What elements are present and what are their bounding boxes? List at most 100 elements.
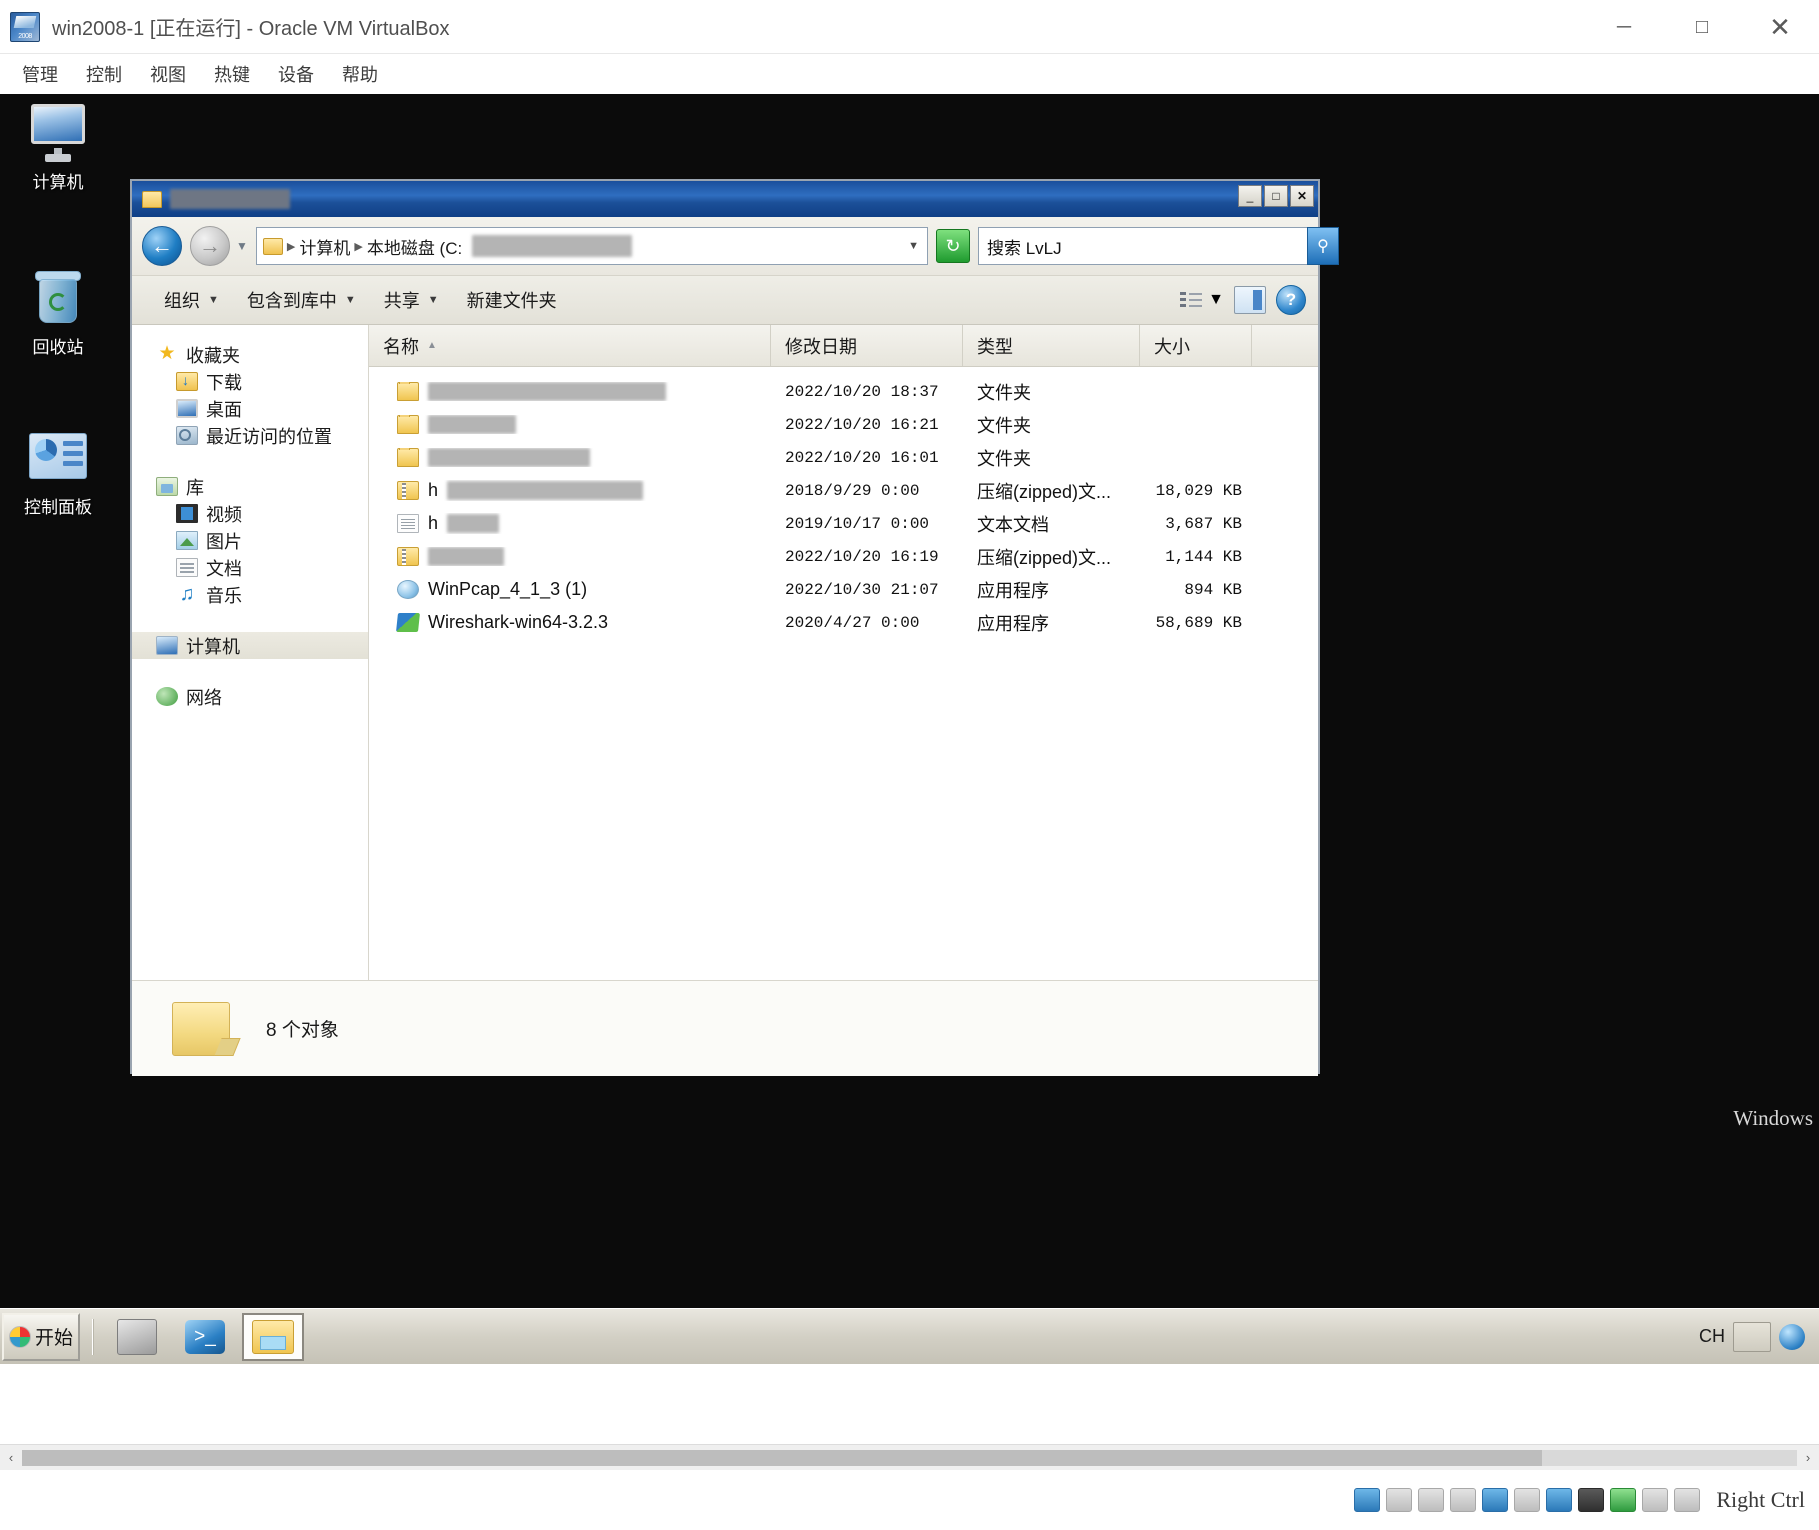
address-dropdown-icon[interactable]: ▼ <box>908 240 919 252</box>
search-input[interactable]: 搜索 LvLJ ⚲ <box>978 227 1339 265</box>
maximize-button[interactable]: □ <box>1663 0 1741 54</box>
sidebar-item-desktop[interactable]: 桌面 <box>132 395 368 422</box>
sidebar-item-recent-places[interactable]: 最近访问的位置 <box>132 422 368 449</box>
downloads-icon <box>176 372 198 391</box>
table-row[interactable]: Wireshark-win64-3.2.3 2020/4/27 0:00 应用程… <box>369 606 1318 639</box>
explorer-maximize-button[interactable]: □ <box>1264 185 1288 207</box>
ime-keyboard-icon[interactable] <box>1733 1321 1771 1352</box>
sidebar-item-libraries[interactable]: 库 <box>132 473 368 500</box>
menu-item-control[interactable]: 控制 <box>72 57 136 91</box>
scrollbar-track[interactable] <box>22 1449 1797 1466</box>
explorer-minimize-button[interactable]: _ <box>1238 185 1262 207</box>
breadcrumb-local-disk[interactable]: 本地磁盘 (C: <box>367 234 462 259</box>
menu-item-help[interactable]: 帮助 <box>328 57 392 91</box>
command-bar-right-group: ▼ ? <box>1180 285 1306 315</box>
address-bar[interactable]: ▶ 计算机 ▶ 本地磁盘 (C: ▼ <box>255 227 928 265</box>
recording-status-icon[interactable] <box>1610 1488 1637 1512</box>
desktop-icon-label: 计算机 <box>32 173 84 192</box>
network-status-icon[interactable] <box>1482 1488 1509 1512</box>
preview-pane-toggle-icon[interactable] <box>1234 286 1266 314</box>
host-key-label: Right Ctrl <box>1716 1487 1805 1512</box>
redacted-file-name <box>428 448 590 467</box>
new-folder-button[interactable]: 新建文件夹 <box>453 283 571 317</box>
sidebar-item-documents[interactable]: 文档 <box>132 554 368 581</box>
floppy-status-icon[interactable] <box>1418 1488 1445 1512</box>
sidebar-item-computer[interactable]: 计算机 <box>132 632 368 659</box>
table-row[interactable]: WinPcap_4_1_3 (1) 2022/10/30 21:07 应用程序 … <box>369 573 1318 606</box>
column-header-size[interactable]: 大小 <box>1140 325 1252 366</box>
forward-button[interactable]: → <box>190 226 230 266</box>
sidebar-item-network[interactable]: 网络 <box>132 683 368 710</box>
change-view-button[interactable]: ▼ <box>1180 291 1224 309</box>
desktop-icon-control-panel[interactable]: 控制面板 <box>0 429 116 518</box>
list-view-icon <box>1180 291 1203 309</box>
network-tray-icon[interactable] <box>1779 1323 1805 1350</box>
taskbar-item-windows-explorer[interactable] <box>242 1312 304 1361</box>
sidebar-item-downloads[interactable]: 下载 <box>132 368 368 395</box>
breadcrumb-computer[interactable]: 计算机 <box>299 234 350 259</box>
share-button[interactable]: 共享 ▼ <box>370 283 453 317</box>
taskbar-item-powershell[interactable]: >_ <box>174 1313 236 1361</box>
taskbar-item-server-manager[interactable] <box>106 1313 168 1361</box>
sidebar-item-videos[interactable]: 视频 <box>132 500 368 527</box>
menu-item-hotkeys[interactable]: 热键 <box>200 57 264 91</box>
refresh-button[interactable]: ↻ <box>936 229 970 263</box>
optical-drive-status-icon[interactable] <box>1386 1488 1413 1512</box>
recent-pages-caret-icon[interactable]: ▼ <box>236 239 248 253</box>
sidebar-item-label: 音乐 <box>206 585 242 606</box>
table-row[interactable]: h 2019/10/17 0:00 文本文档 3,687 KB <box>369 507 1318 540</box>
hard-disk-status-icon[interactable] <box>1354 1488 1381 1512</box>
desktop-icon-computer[interactable]: 计算机 <box>0 104 116 193</box>
column-header-type[interactable]: 类型 <box>963 325 1140 366</box>
redacted-file-name <box>447 481 644 500</box>
sidebar-item-label: 图片 <box>206 531 242 552</box>
start-button-label: 开始 <box>34 1328 73 1349</box>
horizontal-scrollbar[interactable]: ‹ › <box>0 1444 1819 1470</box>
ime-indicator[interactable]: CH <box>1699 1326 1725 1347</box>
taskbar-separator <box>92 1318 94 1355</box>
table-row[interactable]: h 2018/9/29 0:00 压缩(zipped)文... 18,029 K… <box>369 474 1318 507</box>
table-row[interactable]: 2022/10/20 16:19 压缩(zipped)文... 1,144 KB <box>369 540 1318 573</box>
organize-button[interactable]: 组织 ▼ <box>150 283 233 317</box>
search-icon[interactable]: ⚲ <box>1307 227 1339 265</box>
audio-status-icon[interactable] <box>1450 1488 1477 1512</box>
mouse-status-icon[interactable] <box>1642 1488 1669 1512</box>
minimize-button[interactable]: ─ <box>1585 0 1663 54</box>
menu-item-devices[interactable]: 设备 <box>264 57 328 91</box>
close-button[interactable]: ✕ <box>1741 0 1819 54</box>
menu-item-view[interactable]: 视图 <box>136 57 200 91</box>
keyboard-status-icon[interactable] <box>1674 1488 1701 1512</box>
column-header-date[interactable]: 修改日期 <box>771 325 963 366</box>
sidebar-item-pictures[interactable]: 图片 <box>132 527 368 554</box>
table-row[interactable]: 2022/10/20 18:37 文件夹 <box>369 375 1318 408</box>
star-icon: ★ <box>158 343 176 364</box>
back-button[interactable]: ← <box>142 226 182 266</box>
redacted-file-name <box>428 382 666 401</box>
file-name-text: Wireshark-win64-3.2.3 <box>428 612 609 632</box>
library-icon <box>156 477 178 496</box>
table-row[interactable]: 2022/10/20 16:21 文件夹 <box>369 408 1318 441</box>
table-row[interactable]: 2022/10/20 16:01 文件夹 <box>369 441 1318 474</box>
include-in-library-button[interactable]: 包含到库中 ▼ <box>233 283 370 317</box>
scroll-left-arrow-icon[interactable]: ‹ <box>0 1445 22 1471</box>
explorer-close-button[interactable]: ✕ <box>1290 185 1314 207</box>
documents-icon <box>176 558 198 577</box>
menu-item-manage[interactable]: 管理 <box>8 57 72 91</box>
explorer-window-controls: _ □ ✕ <box>1238 185 1314 207</box>
shared-folders-status-icon[interactable] <box>1546 1488 1573 1512</box>
scroll-right-arrow-icon[interactable]: › <box>1797 1445 1819 1471</box>
explorer-titlebar[interactable]: _ □ ✕ <box>132 181 1318 217</box>
usb-status-icon[interactable] <box>1514 1488 1541 1512</box>
scrollbar-thumb[interactable] <box>22 1449 1542 1466</box>
recycle-bin-icon <box>27 269 89 327</box>
desktop-icon-recycle-bin[interactable]: 回收站 <box>0 269 116 358</box>
sidebar-item-favorites[interactable]: ★ 收藏夹 <box>132 341 368 368</box>
column-header-name[interactable]: 名称 ▲ <box>369 325 771 366</box>
display-status-icon[interactable] <box>1578 1488 1605 1512</box>
text-icon <box>397 514 419 533</box>
help-icon[interactable]: ? <box>1276 285 1306 315</box>
new-folder-label: 新建文件夹 <box>466 291 557 311</box>
sidebar-item-music[interactable]: ♫ 音乐 <box>132 581 368 608</box>
start-button[interactable]: 开始 <box>2 1312 80 1361</box>
